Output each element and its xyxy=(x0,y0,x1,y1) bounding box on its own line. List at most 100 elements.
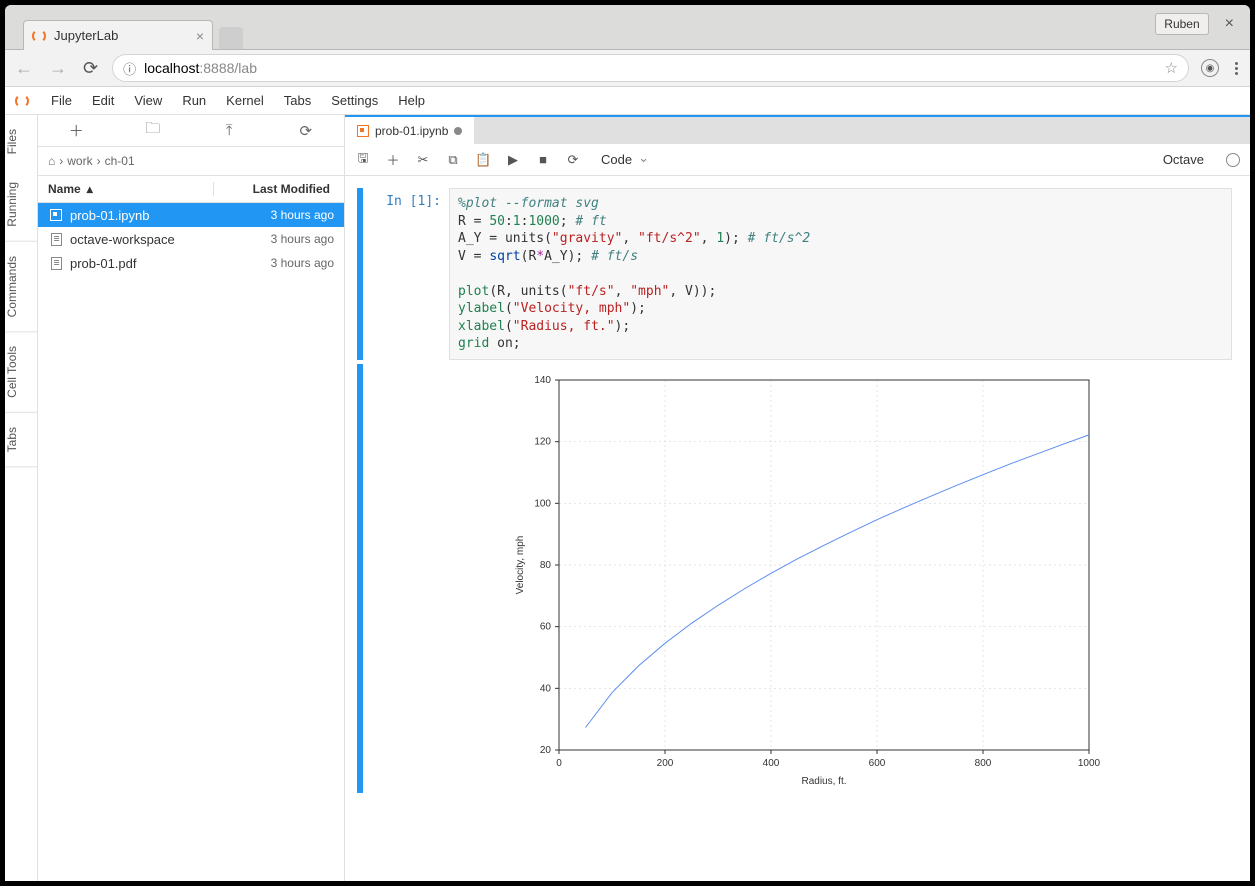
svg-text:600: 600 xyxy=(869,758,886,769)
menu-run[interactable]: Run xyxy=(172,93,216,108)
browser-urlbar: ← → ⟳ ⓘ localhost:8888/lab ☆ ◉ xyxy=(5,49,1250,87)
file-row[interactable]: prob-01.pdf3 hours ago xyxy=(38,251,344,275)
vtab-files[interactable]: Files xyxy=(5,115,37,168)
restart-icon[interactable]: ⟳ xyxy=(565,152,581,168)
file-icon xyxy=(48,231,64,247)
svg-text:Radius, ft.: Radius, ft. xyxy=(801,776,846,787)
dirty-indicator-icon xyxy=(454,127,462,135)
output-collapse-bar[interactable] xyxy=(357,364,363,793)
jupyter-menubar: File Edit View Run Kernel Tabs Settings … xyxy=(5,87,1250,115)
refresh-icon[interactable]: ⟳ xyxy=(294,122,318,140)
file-row[interactable]: octave-workspace3 hours ago xyxy=(38,227,344,251)
file-browser: ＋ 🗀 ⤒ ⟳ ⌂ › work › ch-01 Name ▴ Last Mod… xyxy=(38,115,345,881)
menu-tabs[interactable]: Tabs xyxy=(274,93,321,108)
new-tab-stub[interactable] xyxy=(219,27,243,49)
sort-asc-icon[interactable]: ▴ xyxy=(87,182,93,196)
svg-text:40: 40 xyxy=(540,683,552,694)
sort-modified[interactable]: Last Modified xyxy=(214,182,334,196)
run-icon[interactable]: ▶ xyxy=(505,152,521,168)
copy-icon[interactable]: ⧉ xyxy=(445,152,461,168)
file-modified: 3 hours ago xyxy=(271,232,334,246)
doc-tab-label: prob-01.ipynb xyxy=(375,124,448,138)
svg-text:80: 80 xyxy=(540,560,552,571)
svg-text:Velocity, mph: Velocity, mph xyxy=(515,536,526,595)
input-prompt: In [1]: xyxy=(369,188,449,360)
breadcrumb-item[interactable]: ch-01 xyxy=(105,154,135,168)
nav-forward-icon[interactable]: → xyxy=(47,58,69,79)
doc-tab[interactable]: prob-01.ipynb xyxy=(345,117,474,144)
upload-icon[interactable]: ⤒ xyxy=(217,122,241,139)
svg-text:100: 100 xyxy=(534,498,551,509)
kernel-name[interactable]: Octave xyxy=(1163,152,1204,167)
svg-text:1000: 1000 xyxy=(1078,758,1101,769)
browser-menu-icon[interactable] xyxy=(1231,62,1242,75)
chart-output: 0200400600800100020406080100120140Radius… xyxy=(449,370,1232,793)
svg-text:140: 140 xyxy=(534,375,551,386)
url-rest: :8888/lab xyxy=(199,60,257,76)
doc-tab-bar: prob-01.ipynb xyxy=(345,115,1250,144)
menu-settings[interactable]: Settings xyxy=(321,93,388,108)
nav-back-icon[interactable]: ← xyxy=(13,58,35,79)
svg-text:120: 120 xyxy=(534,437,551,448)
file-name: octave-workspace xyxy=(70,232,271,247)
left-tab-strip: Files Running Commands Cell Tools Tabs xyxy=(5,115,38,881)
output-cell: . 0200400600800100020406080100120140Radi… xyxy=(357,364,1232,793)
svg-text:200: 200 xyxy=(657,758,674,769)
breadcrumb: ⌂ › work › ch-01 xyxy=(38,147,344,175)
save-icon[interactable]: 🖫 xyxy=(355,149,371,171)
vtab-commands[interactable]: Commands xyxy=(5,242,37,332)
extension-icon[interactable]: ◉ xyxy=(1201,59,1219,77)
breadcrumb-home-icon[interactable]: ⌂ xyxy=(48,154,55,168)
url-field[interactable]: ⓘ localhost:8888/lab ☆ xyxy=(112,54,1189,82)
vtab-cell-tools[interactable]: Cell Tools xyxy=(5,332,37,413)
svg-text:400: 400 xyxy=(763,758,780,769)
nav-reload-icon[interactable]: ⟳ xyxy=(81,58,100,79)
notebook-toolbar: 🖫 ＋ ✂ ⧉ 📋 ▶ ■ ⟳ Code Octave xyxy=(345,144,1250,176)
file-list-header: Name ▴ Last Modified xyxy=(38,175,344,203)
user-profile-button[interactable]: Ruben xyxy=(1155,13,1208,35)
tab-close-icon[interactable]: × xyxy=(196,28,204,44)
sort-name[interactable]: Name xyxy=(48,182,81,196)
breadcrumb-item[interactable]: work xyxy=(67,154,92,168)
menu-view[interactable]: View xyxy=(124,93,172,108)
menu-kernel[interactable]: Kernel xyxy=(216,93,274,108)
file-name: prob-01.pdf xyxy=(70,256,271,271)
svg-text:0: 0 xyxy=(556,758,562,769)
file-icon xyxy=(48,255,64,271)
browser-tab-title: JupyterLab xyxy=(54,28,188,43)
window-titlebar: JupyterLab × Ruben × xyxy=(5,5,1250,49)
kernel-status-icon[interactable] xyxy=(1226,153,1240,167)
menu-edit[interactable]: Edit xyxy=(82,93,124,108)
insert-cell-icon[interactable]: ＋ xyxy=(385,150,401,169)
bookmark-star-icon[interactable]: ☆ xyxy=(1165,59,1178,77)
cell-collapse-bar[interactable] xyxy=(357,188,363,360)
new-folder-icon[interactable]: 🗀 xyxy=(141,118,165,143)
notebook-icon xyxy=(357,125,369,137)
file-row[interactable]: prob-01.ipynb3 hours ago xyxy=(38,203,344,227)
menu-file[interactable]: File xyxy=(41,93,82,108)
window-close-icon[interactable]: × xyxy=(1219,15,1240,33)
main-content: prob-01.ipynb 🖫 ＋ ✂ ⧉ 📋 ▶ ■ ⟳ Code xyxy=(345,115,1250,881)
svg-text:60: 60 xyxy=(540,622,552,633)
notebook-icon xyxy=(48,207,64,223)
notebook-body[interactable]: In [1]: %plot --format svg R = 50:1:1000… xyxy=(345,176,1250,881)
cut-icon[interactable]: ✂ xyxy=(415,152,431,168)
file-modified: 3 hours ago xyxy=(271,208,334,222)
vtab-tabs[interactable]: Tabs xyxy=(5,413,37,467)
browser-tab[interactable]: JupyterLab × xyxy=(23,20,213,50)
code-cell[interactable]: In [1]: %plot --format svg R = 50:1:1000… xyxy=(357,188,1232,360)
jupyter-logo-icon xyxy=(15,94,29,108)
vtab-running[interactable]: Running xyxy=(5,168,37,242)
cell-type-select[interactable]: Code xyxy=(595,150,653,169)
info-icon[interactable]: ⓘ xyxy=(123,59,136,78)
file-name: prob-01.ipynb xyxy=(70,208,271,223)
url-host: localhost xyxy=(144,60,199,76)
paste-icon[interactable]: 📋 xyxy=(475,152,491,168)
file-modified: 3 hours ago xyxy=(271,256,334,270)
new-launcher-icon[interactable]: ＋ xyxy=(64,120,88,141)
menu-help[interactable]: Help xyxy=(388,93,435,108)
jupyter-icon xyxy=(32,29,46,43)
svg-text:20: 20 xyxy=(540,745,552,756)
stop-icon[interactable]: ■ xyxy=(535,152,551,167)
code-editor[interactable]: %plot --format svg R = 50:1:1000; # ft A… xyxy=(449,188,1232,360)
